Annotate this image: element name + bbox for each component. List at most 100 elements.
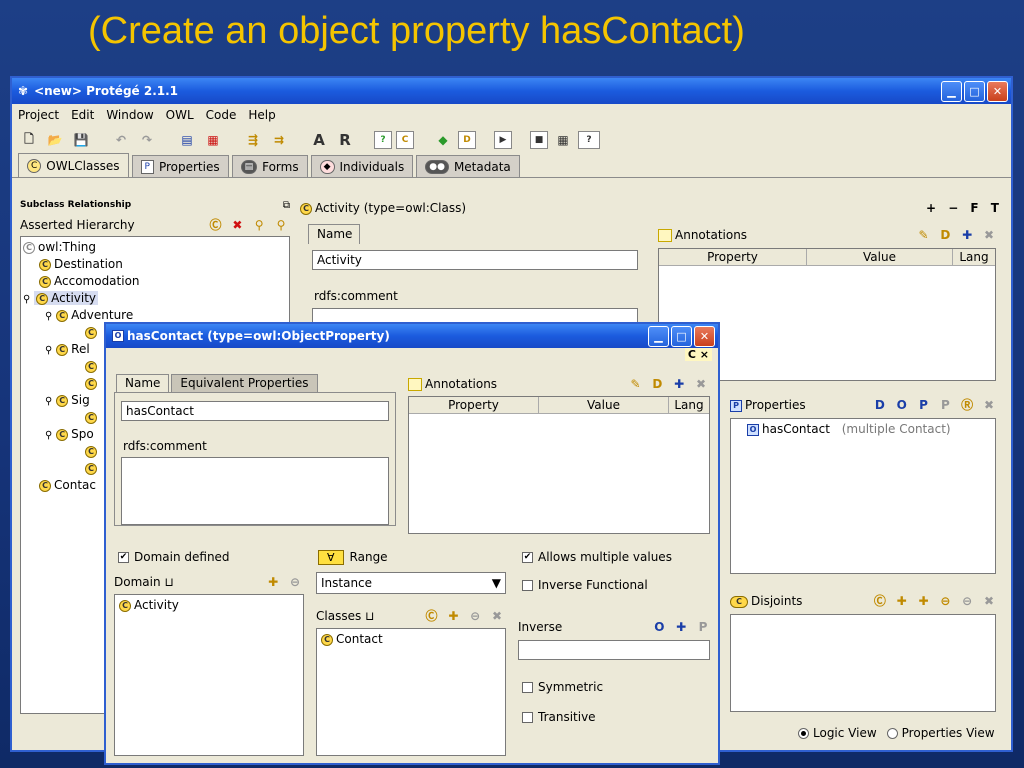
expand-handle-icon[interactable]: ⚲ [45, 430, 52, 441]
dialog-tab-equivalent-properties[interactable]: Equivalent Properties [171, 374, 318, 392]
logic-view-radio[interactable]: Logic View [798, 726, 877, 740]
remove-all-disjoint-icon[interactable]: ⊖ [958, 592, 976, 610]
add-domain-class-icon[interactable]: ✚ [264, 573, 282, 591]
class-run-icon[interactable]: C [396, 131, 414, 149]
menu-edit[interactable]: Edit [71, 108, 94, 122]
property-annotation-icon[interactable]: ✚ [958, 226, 976, 244]
new-file-icon[interactable]: 🗋 [18, 129, 40, 151]
col-value[interactable]: Value [539, 397, 669, 413]
create-datatype-property-icon[interactable]: D [871, 396, 889, 414]
r-button[interactable]: R [334, 129, 356, 151]
delete-annotation-icon[interactable]: ✖ [980, 226, 998, 244]
properties-view-radio[interactable]: Properties View [886, 726, 995, 740]
tree-item[interactable]: Cowl:Thing [23, 239, 287, 256]
expand-handle-icon[interactable]: ⚲ [45, 311, 52, 322]
menu-project[interactable]: Project [18, 108, 59, 122]
delete-disjoint-icon[interactable]: ✖ [980, 592, 998, 610]
remove-property-icon[interactable]: P [936, 396, 954, 414]
create-object-property-icon[interactable]: O [893, 396, 911, 414]
cut-icon[interactable]: ▤ [176, 129, 198, 151]
property-annotation-icon[interactable]: ✚ [670, 375, 688, 393]
add-property-icon[interactable]: P [915, 396, 933, 414]
delete-class-icon[interactable]: ✖ [228, 216, 246, 234]
dialog-tab-name[interactable]: Name [116, 374, 170, 392]
list-item[interactable]: OhasContact (multiple Contact) [737, 421, 989, 438]
property-name-field[interactable]: hasContact [121, 401, 389, 421]
tab-forms[interactable]: ▤ Forms [231, 155, 308, 177]
menu-window[interactable]: Window [106, 108, 153, 122]
insert-branch-icon[interactable]: ⇉ [268, 129, 290, 151]
add-annotation-icon[interactable]: ✎ [627, 375, 645, 393]
help-icon[interactable]: ? [578, 131, 600, 149]
save-icon[interactable]: 💾 [70, 129, 92, 151]
delete-property-icon[interactable]: ✖ [980, 396, 998, 414]
close-button[interactable]: ✕ [987, 80, 1008, 102]
inverse-functional-checkbox[interactable]: Inverse Functional [522, 578, 648, 592]
tab-properties[interactable]: P Properties [131, 155, 229, 177]
dialog-corner-actions[interactable]: C × [684, 348, 712, 361]
search-class-icon[interactable]: ⚲ [250, 216, 268, 234]
query-icon[interactable]: ? [374, 131, 392, 149]
remove-disjoint-icon[interactable]: ⊖ [936, 592, 954, 610]
add-all-disjoint-icon[interactable]: ✚ [915, 592, 933, 610]
remove-inverse-icon[interactable]: P [694, 618, 712, 636]
create-subclass-icon[interactable]: Ⓒ [207, 216, 225, 234]
list-item[interactable]: C Activity [119, 597, 299, 614]
form-icon[interactable]: ■ [530, 131, 548, 149]
dialog-titlebar[interactable]: O hasContact (type=owl:ObjectProperty) ▁… [106, 324, 718, 348]
class-name-field[interactable]: Activity [312, 250, 638, 270]
insert-icon[interactable]: ⇶ [242, 129, 264, 151]
add-disjoint-icon[interactable]: ✚ [893, 592, 911, 610]
collapse-panel-icon[interactable]: ⧉ [283, 200, 290, 214]
tab-individuals[interactable]: ◆ Individuals [310, 155, 414, 177]
inverse-field[interactable] [518, 640, 710, 660]
col-property[interactable]: Property [409, 397, 539, 413]
export-icon[interactable]: ▶ [494, 131, 512, 149]
dialog-close-button[interactable]: ✕ [694, 325, 715, 347]
expand-handle-icon[interactable]: ⚲ [45, 345, 52, 356]
property-comment-field[interactable] [121, 457, 389, 525]
minimize-button[interactable]: ▁ [941, 80, 962, 102]
col-property[interactable]: Property [659, 249, 807, 265]
list-item[interactable]: C Contact [321, 631, 501, 648]
add-inverse-icon[interactable]: ✚ [672, 618, 690, 636]
dg-icon[interactable]: D [458, 131, 476, 149]
menu-code[interactable]: Code [206, 108, 237, 122]
name-tab[interactable]: Name [308, 224, 360, 244]
delete-range-class-icon[interactable]: ✖ [488, 607, 506, 625]
col-lang[interactable]: Lang [953, 249, 995, 265]
classify-icon[interactable]: ◆ [432, 129, 454, 151]
remove-range-class-icon[interactable]: ⊖ [466, 607, 484, 625]
expand-handle-icon[interactable]: ⚲ [45, 396, 52, 407]
menu-help[interactable]: Help [248, 108, 275, 122]
grid-icon[interactable]: ▦ [552, 129, 574, 151]
dialog-minimize-button[interactable]: ▁ [648, 325, 669, 347]
remove-domain-class-icon[interactable]: ⊖ [286, 573, 304, 591]
delete-icon[interactable]: ▦ [202, 129, 224, 151]
undo-icon[interactable]: ↶ [110, 129, 132, 151]
maximize-button[interactable]: □ [964, 80, 985, 102]
search-next-icon[interactable]: ⚲ [272, 216, 290, 234]
tree-item[interactable]: C Accomodation [23, 273, 287, 290]
create-range-class-icon[interactable]: Ⓒ [423, 607, 441, 625]
create-inverse-icon[interactable]: O [650, 618, 668, 636]
col-value[interactable]: Value [807, 249, 953, 265]
open-folder-icon[interactable]: 📂 [44, 129, 66, 151]
add-annotation-icon[interactable]: ✎ [915, 226, 933, 244]
dialog-maximize-button[interactable]: □ [671, 325, 692, 347]
tree-item[interactable]: C Destination [23, 256, 287, 273]
redo-icon[interactable]: ↷ [136, 129, 158, 151]
expand-handle-icon[interactable]: ⚲ [23, 294, 30, 305]
create-disjoint-icon[interactable]: Ⓒ [871, 592, 889, 610]
transitive-checkbox[interactable]: Transitive [522, 710, 596, 724]
tab-owlclasses[interactable]: C OWLClasses [18, 153, 129, 177]
domain-defined-checkbox[interactable]: ✔ Domain defined [118, 550, 230, 564]
col-lang[interactable]: Lang [669, 397, 709, 413]
tree-item[interactable]: ⚲ C Activity [23, 290, 287, 307]
dg-annotation-icon[interactable]: D [648, 375, 666, 393]
range-select[interactable]: Instance ▼ [316, 572, 506, 594]
a-button[interactable]: A [308, 129, 330, 151]
header-actions[interactable]: + − F T [926, 201, 1003, 215]
menu-owl[interactable]: OWL [166, 108, 194, 122]
dg-annotation-icon[interactable]: D [936, 226, 954, 244]
